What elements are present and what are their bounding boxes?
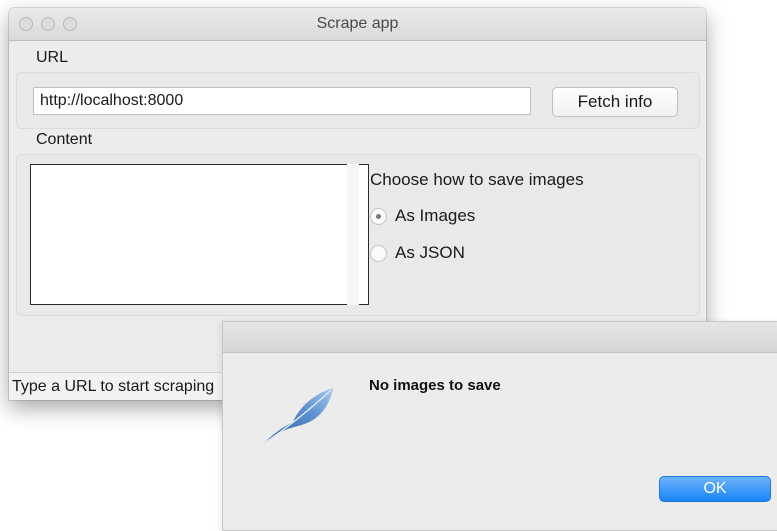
url-group-label: URL (36, 49, 69, 66)
ok-button[interactable]: OK (659, 476, 771, 502)
content-group-label: Content (36, 131, 93, 148)
feather-icon (262, 388, 333, 445)
dialog-title-bar[interactable] (223, 322, 777, 353)
radio-label: As Images (395, 206, 476, 225)
fetch-info-button[interactable]: Fetch info (552, 87, 678, 117)
radio-button-icon[interactable] (370, 244, 387, 262)
radio-as-json[interactable]: As JSON (370, 243, 465, 263)
radio-button-icon[interactable] (370, 207, 387, 225)
window-title: Scrape app (316, 15, 399, 32)
title-bar[interactable]: Scrape app (9, 8, 706, 41)
save-images-prompt: Choose how to save images (370, 170, 584, 189)
dialog-message: No images to save (369, 377, 501, 394)
content-list[interactable] (30, 164, 369, 305)
alert-dialog: No images to save OK (222, 321, 777, 531)
radio-label: As JSON (395, 243, 465, 262)
url-input[interactable] (33, 87, 531, 115)
content-list-scroll-gutter (347, 164, 359, 305)
radio-as-images[interactable]: As Images (370, 206, 475, 226)
